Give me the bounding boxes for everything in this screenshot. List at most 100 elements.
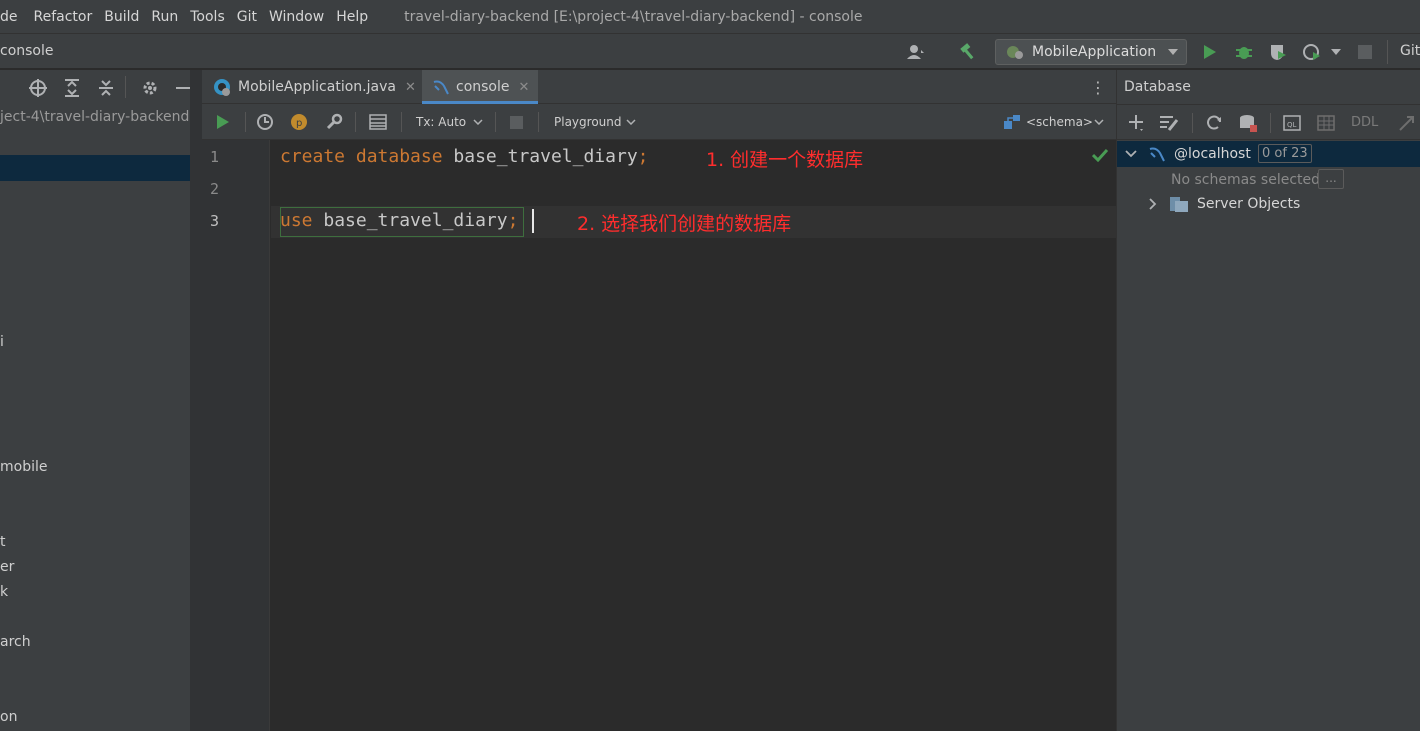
wrench-settings-icon[interactable] — [324, 112, 344, 132]
project-root-path: ject-4\travel-diary-backend — [0, 109, 190, 125]
table-layout-icon[interactable] — [368, 112, 388, 132]
menu-code[interactable]: de — [0, 9, 24, 25]
menu-window[interactable]: Window — [269, 9, 330, 25]
sql-editor[interactable]: 1 2 3 create database base_travel_diary;… — [202, 140, 1116, 731]
tab-label: MobileApplication.java — [238, 79, 396, 95]
svg-text:p: p — [296, 118, 302, 129]
stop-icon[interactable] — [506, 112, 526, 132]
window-title: travel-diary-backend [E:\project-4\trave… — [404, 8, 863, 25]
playground-mode-select[interactable]: Playground — [554, 115, 621, 129]
tree-item[interactable]: er — [0, 559, 14, 575]
toolbar-divider — [245, 112, 246, 132]
chevron-right-icon[interactable] — [1143, 194, 1163, 214]
user-icon[interactable] — [906, 42, 926, 62]
locate-crosshair-icon[interactable] — [28, 78, 48, 98]
parameters-icon[interactable]: p — [289, 112, 309, 132]
execute-run-icon[interactable] — [213, 112, 233, 132]
sql-semicolon: ; — [637, 146, 649, 167]
refresh-icon[interactable] — [1204, 113, 1224, 133]
line-number: 3 — [210, 212, 220, 230]
toolbar-divider — [1192, 113, 1193, 133]
menu-tools[interactable]: Tools — [190, 9, 231, 25]
text-caret — [532, 209, 534, 233]
tree-item[interactable]: k — [0, 584, 8, 600]
minimize-icon[interactable] — [173, 78, 190, 98]
more-run-actions-chevron-icon[interactable] — [1326, 42, 1346, 62]
spring-boot-icon — [1007, 46, 1023, 59]
schema-count-badge[interactable]: 0 of 23 — [1258, 144, 1312, 163]
line-number: 1 — [210, 148, 220, 166]
more-vertical-icon[interactable]: ⋮ — [1090, 78, 1106, 97]
schema-icon — [1002, 112, 1022, 132]
tree-item[interactable]: mobile — [0, 459, 47, 475]
expand-all-icon[interactable] — [62, 78, 82, 98]
transaction-mode-select[interactable]: Tx: Auto — [416, 115, 466, 129]
run-configuration-select[interactable]: MobileApplication — [995, 39, 1187, 65]
run-config-label: MobileApplication — [1032, 44, 1157, 60]
table-editor-icon[interactable] — [1316, 113, 1336, 133]
close-icon[interactable]: ✕ — [519, 80, 530, 95]
java-class-icon — [214, 79, 230, 96]
tab-mobileapplication-java[interactable]: MobileApplication.java ✕ — [212, 70, 416, 104]
server-objects-icon — [1169, 194, 1189, 214]
menu-refactor[interactable]: Refactor — [34, 9, 99, 25]
project-toolbar — [0, 70, 190, 104]
database-tool-window: Database QL DDL @localhost 0 of 23 No sc… — [1116, 70, 1420, 731]
profiler-icon[interactable] — [1302, 42, 1322, 62]
toolbar-divider — [355, 112, 356, 132]
menu-git[interactable]: Git — [237, 9, 263, 25]
menu-bar: de Refactor Build Run Tools Git Window H… — [0, 0, 1420, 33]
debug-bug-icon[interactable] — [1234, 42, 1254, 62]
tab-label: console — [456, 79, 510, 95]
datasource-name: @localhost — [1174, 146, 1251, 162]
chevron-down-icon[interactable] — [1121, 144, 1141, 164]
mysql-datasource-icon — [1147, 144, 1167, 164]
editor-tab-bar: MobileApplication.java ✕ console ✕ ⋮ — [202, 70, 1116, 104]
collapse-all-icon[interactable] — [96, 78, 116, 98]
sql-semicolon: ; — [507, 210, 519, 231]
no-schemas-label: No schemas selected — [1171, 172, 1321, 188]
data-source-properties-icon[interactable] — [1159, 113, 1179, 133]
server-objects-node[interactable]: Server Objects — [1197, 196, 1300, 212]
jump-to-source-icon[interactable] — [1397, 113, 1417, 133]
annotation-create-database: 1. 创建一个数据库 — [706, 149, 864, 171]
code-line-1[interactable]: create database base_travel_diary; — [280, 146, 649, 167]
navigation-toolbar: console MobileApplication Git — [0, 33, 1420, 69]
select-schemas-button[interactable]: ... — [1318, 169, 1344, 189]
panel-divider[interactable] — [190, 70, 202, 731]
disconnect-database-icon[interactable] — [1238, 113, 1258, 133]
tree-item[interactable]: t — [0, 534, 6, 550]
history-clock-icon[interactable] — [255, 112, 275, 132]
menu-build[interactable]: Build — [104, 9, 145, 25]
project-tree-selected-row[interactable] — [0, 155, 190, 181]
tab-console[interactable]: console ✕ — [422, 70, 538, 104]
menu-help[interactable]: Help — [336, 9, 374, 25]
run-icon[interactable] — [1200, 42, 1220, 62]
sql-keyword: database — [355, 146, 443, 167]
sql-keyword: create — [280, 146, 346, 167]
chevron-down-icon[interactable] — [1089, 112, 1109, 132]
stop-icon[interactable] — [1355, 42, 1375, 62]
code-line-3[interactable]: use base_travel_diary; — [280, 210, 518, 231]
schema-select[interactable]: <schema> — [1026, 115, 1093, 129]
close-icon[interactable]: ✕ — [405, 80, 416, 95]
tree-item[interactable]: on — [0, 709, 17, 725]
sql-identifier: base_travel_diary — [323, 210, 508, 231]
chevron-down-icon — [1168, 49, 1178, 55]
line-number: 2 — [210, 180, 220, 198]
query-console-icon[interactable]: QL — [1282, 113, 1302, 133]
chevron-down-icon[interactable] — [621, 112, 641, 132]
tree-item[interactable]: arch — [0, 634, 31, 650]
chevron-down-icon[interactable] — [468, 112, 488, 132]
menu-run[interactable]: Run — [151, 9, 184, 25]
tree-item[interactable]: i — [0, 334, 4, 350]
breadcrumb[interactable]: console — [0, 43, 54, 59]
build-hammer-icon[interactable] — [958, 42, 978, 62]
ddl-button[interactable]: DDL — [1351, 115, 1378, 130]
project-tool-window: ject-4\travel-diary-backend i mobile t e… — [0, 70, 190, 731]
toolbar-divider — [1387, 40, 1388, 64]
git-label[interactable]: Git — [1400, 43, 1420, 59]
add-icon[interactable] — [1127, 113, 1147, 133]
gear-icon[interactable] — [140, 78, 160, 98]
coverage-icon[interactable] — [1268, 42, 1288, 62]
